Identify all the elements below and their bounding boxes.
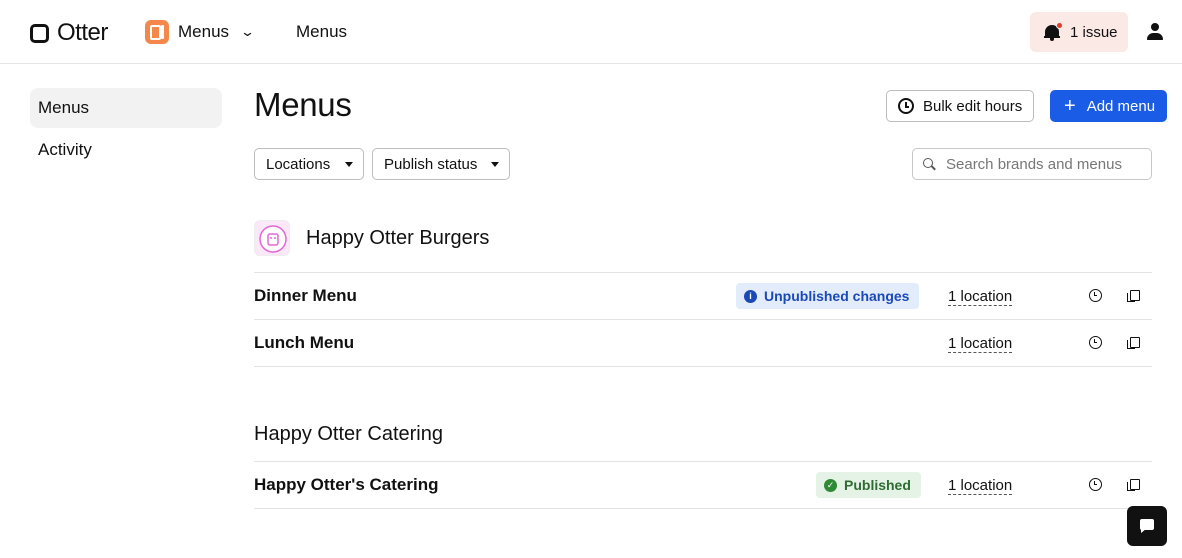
issues-button[interactable]: 1 issue: [1030, 12, 1128, 52]
notification-dot: [1056, 22, 1063, 29]
search-box: [912, 148, 1152, 180]
search-input[interactable]: [946, 155, 1146, 173]
brand-logo: [254, 220, 290, 256]
page-title: Menus: [254, 86, 352, 123]
clock-icon[interactable]: [1089, 289, 1102, 302]
bulk-edit-hours-label: Bulk edit hours: [923, 97, 1023, 115]
location-link[interactable]: 1 location: [948, 288, 1013, 306]
sidebar-item-label: Activity: [38, 140, 92, 159]
copy-icon[interactable]: [1127, 337, 1140, 349]
app-switcher-label: Menus: [178, 22, 230, 41]
search-icon: [923, 157, 936, 171]
clock-icon: [898, 98, 914, 114]
menu-name[interactable]: Happy Otter's Catering: [254, 475, 438, 495]
header-page-title: Menus: [296, 22, 348, 41]
status-badge: i Unpublished changes: [736, 283, 920, 309]
bulk-edit-hours-button[interactable]: Bulk edit hours: [886, 90, 1034, 122]
copy-icon[interactable]: [1127, 479, 1140, 491]
copy-icon[interactable]: [1127, 290, 1140, 302]
menu-name[interactable]: Lunch Menu: [254, 333, 354, 353]
issue-count-label: 1 issue: [1070, 23, 1118, 41]
divider: [254, 319, 1152, 320]
publish-status-filter[interactable]: Publish status: [372, 148, 510, 180]
add-menu-label: Add menu: [1086, 97, 1156, 115]
app-switcher[interactable]: Menus ⌄: [145, 20, 256, 44]
info-icon: i: [744, 289, 757, 303]
user-account-icon[interactable]: [1146, 23, 1164, 41]
menus-app-icon: [145, 20, 169, 44]
logo-text: Otter: [57, 19, 108, 46]
locations-filter[interactable]: Locations: [254, 148, 364, 180]
chevron-down-icon: ⌄: [239, 24, 256, 39]
divider: [254, 508, 1152, 509]
add-menu-button[interactable]: + Add menu: [1050, 90, 1167, 122]
otter-logo-icon: [30, 23, 49, 43]
check-circle-icon: ✓: [824, 478, 837, 492]
sidebar-item-activity[interactable]: Activity: [30, 130, 222, 170]
locations-filter-label: Locations: [266, 155, 331, 173]
sidebar-item-menus[interactable]: Menus: [30, 88, 222, 128]
brand-name: Happy Otter Catering: [254, 423, 443, 445]
status-label: Unpublished changes: [764, 288, 910, 304]
divider: [254, 461, 1152, 462]
divider: [254, 366, 1152, 367]
chat-button[interactable]: [1127, 506, 1167, 546]
bell-icon: [1044, 22, 1063, 41]
top-bar: Otter Menus ⌄ Menus 1 issue: [0, 0, 1182, 64]
menu-name[interactable]: Dinner Menu: [254, 286, 357, 306]
caret-down-icon: [345, 162, 353, 167]
plus-icon: +: [1064, 95, 1076, 117]
clock-icon[interactable]: [1089, 336, 1102, 349]
location-link[interactable]: 1 location: [948, 477, 1013, 495]
clock-icon[interactable]: [1089, 478, 1102, 491]
location-link[interactable]: 1 location: [948, 335, 1013, 353]
sidebar-item-label: Menus: [38, 98, 90, 117]
caret-down-icon: [491, 162, 499, 167]
status-badge: ✓ Published: [816, 472, 921, 498]
brand-name: Happy Otter Burgers: [306, 227, 490, 249]
divider: [254, 272, 1152, 273]
publish-status-filter-label: Publish status: [384, 155, 478, 173]
status-label: Published: [844, 477, 911, 493]
otter-logo[interactable]: Otter: [30, 19, 108, 47]
